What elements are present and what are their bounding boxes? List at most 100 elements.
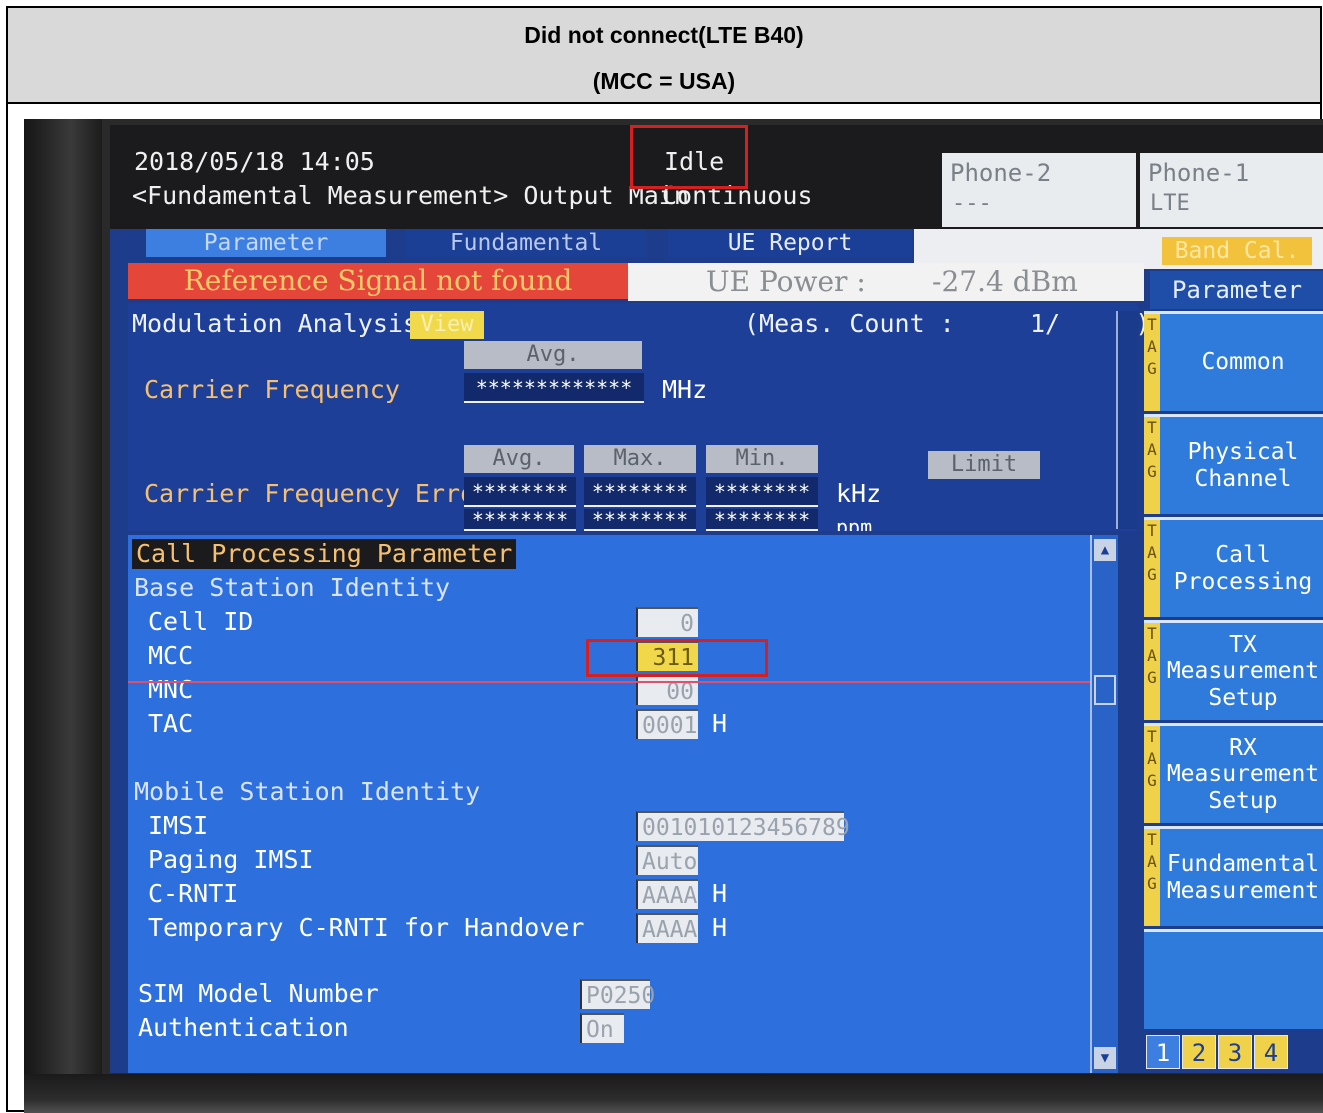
base-station-heading: Base Station Identity [134, 573, 451, 602]
cfe-max-value-ppm: ******** [584, 509, 696, 531]
cfe-avg-value-ppm: ******** [464, 509, 576, 531]
call-processing-panel: Call Processing Parameter Base Station I… [128, 535, 1106, 1073]
datetime-readout: 2018/05/18 14:05 [134, 147, 375, 176]
imsi-label: IMSI [148, 811, 209, 840]
sim-model-field[interactable]: P0250 [580, 979, 655, 1009]
menu-physical-channel-button[interactable]: T A G Physical Channel [1144, 414, 1323, 514]
menu-common-button[interactable]: T A G Common [1144, 311, 1323, 411]
instrument-bezel-bottom [24, 1074, 1323, 1113]
scroll-thumb[interactable] [1094, 675, 1116, 705]
modulation-scrollbar[interactable] [1116, 311, 1138, 529]
sim-model-label: SIM Model Number [138, 979, 379, 1008]
phone-1-value: LTE [1150, 191, 1190, 216]
carrier-frequency-unit: MHz [662, 375, 708, 404]
mcc-highlight-box [586, 639, 768, 677]
menu-title: Parameter [1150, 271, 1323, 309]
ue-power-label: UE Power : [706, 265, 866, 298]
paging-imsi-label: Paging IMSI [148, 845, 314, 874]
tag-label: T A G [1144, 314, 1160, 411]
call-processing-scrollbar[interactable]: ▲ ▼ [1090, 535, 1118, 1073]
menu-fundamental-measurement-label: Fundamental Measurement [1166, 851, 1320, 904]
document-header: Did not connect(LTE B40) (MCC = USA) [8, 8, 1320, 104]
c-rnti-field[interactable]: AAAA [636, 879, 698, 909]
document-subtitle: (MCC = USA) [592, 68, 736, 94]
tab-ue-report[interactable]: UE Report [668, 229, 912, 257]
ue-power-readout: UE Power : -27.4 dBm [628, 263, 1144, 301]
c-rnti-unit: H [712, 879, 728, 908]
temp-c-rnti-field[interactable]: AAAA [636, 913, 698, 943]
menu-tx-measurement-setup-label: TX Measurement Setup [1166, 631, 1320, 711]
measurement-count: (Meas. Count : 1/ 1) [744, 309, 1151, 338]
mobile-station-heading: Mobile Station Identity [134, 777, 481, 806]
tag-label: T A G [1144, 417, 1160, 514]
cfe-max-value: ******** [584, 477, 696, 507]
cfe-unit: kHz [836, 479, 882, 508]
menu-blank-label [1162, 932, 1323, 1029]
menu-rx-measurement-setup-button[interactable]: T A G RX Measurement Setup [1144, 723, 1323, 823]
phone-2-label: Phone-2 [950, 159, 1052, 187]
cfe-unit-ppm: ppm [836, 515, 873, 531]
phone-2-status[interactable]: Phone-2 --- [942, 153, 1136, 227]
c-rnti-label: C-RNTI [148, 879, 239, 908]
phone-1-label: Phone-1 [1148, 159, 1250, 187]
tab-parameter[interactable]: Parameter [146, 229, 386, 257]
cfe-avg-value: ******** [464, 477, 576, 507]
menu-physical-channel-label: Physical Channel [1187, 439, 1299, 492]
menu-page-1[interactable]: 1 [1146, 1035, 1180, 1069]
mnc-field[interactable]: 00 [636, 675, 698, 705]
carrier-frequency-value: ************* [464, 373, 644, 403]
cfe-min-header: Min. [706, 445, 818, 473]
menu-page-3[interactable]: 3 [1218, 1035, 1252, 1069]
tag-label: T A G [1144, 623, 1160, 720]
temp-c-rnti-label: Temporary C-RNTI for Handover [148, 913, 585, 942]
menu-blank-button[interactable] [1144, 929, 1323, 1029]
menu-page-2[interactable]: 2 [1182, 1035, 1216, 1069]
cfe-min-value-ppm: ******** [706, 509, 818, 531]
mnc-label: MNC [148, 675, 194, 704]
tac-unit: H [712, 709, 728, 738]
imsi-field[interactable]: 001010123456789 [636, 811, 850, 841]
instrument-bezel-left [24, 119, 102, 1113]
band-cal-button[interactable]: Band Cal. [1162, 237, 1312, 265]
menu-page-4[interactable]: 4 [1254, 1035, 1288, 1069]
modulation-analysis-title: Modulation Analysis [132, 309, 418, 338]
authentication-label: Authentication [138, 1013, 349, 1042]
tac-label: TAC [148, 709, 194, 738]
menu-call-processing-label: Call Processing [1173, 542, 1313, 595]
tab-fundamental[interactable]: Fundamental [406, 229, 646, 257]
menu-page-tabs: 1 2 3 4 [1146, 1035, 1288, 1069]
paging-imsi-field[interactable]: Auto [636, 845, 698, 875]
tag-label: T A G [1144, 726, 1160, 823]
carrier-frequency-avg-header: Avg. [464, 341, 642, 369]
authentication-field[interactable]: On [580, 1013, 624, 1043]
ue-power-value: -27.4 dBm [932, 265, 1078, 298]
menu-common-label: Common [1201, 349, 1285, 376]
document-title: Did not connect(LTE B40) [524, 22, 804, 48]
reference-signal-alert: Reference Signal not found [128, 263, 628, 299]
menu-rx-measurement-setup-label: RX Measurement Setup [1166, 734, 1320, 814]
idle-highlight-box [630, 125, 748, 189]
tag-label: T A G [1144, 829, 1160, 926]
view-button[interactable]: View [410, 311, 484, 339]
carrier-frequency-error-label: Carrier Frequency Error [144, 479, 491, 508]
phone-2-value: --- [952, 191, 992, 216]
cfe-avg-header: Avg. [464, 445, 574, 473]
cell-id-field[interactable]: 0 [636, 607, 698, 637]
modulation-analysis-panel: Modulation Analysis View (Meas. Count : … [128, 303, 1150, 531]
phone-1-status[interactable]: Phone-1 LTE [1140, 153, 1323, 227]
instrument-photo: 2018/05/18 14:05 <Fundamental Measuremen… [24, 119, 1323, 1113]
scroll-down-arrow-icon[interactable]: ▼ [1094, 1047, 1116, 1069]
scroll-up-arrow-icon[interactable]: ▲ [1094, 539, 1116, 561]
mcc-label: MCC [148, 641, 194, 670]
temp-c-rnti-unit: H [712, 913, 728, 942]
menu-call-processing-button[interactable]: T A G Call Processing [1144, 517, 1323, 617]
call-processing-title: Call Processing Parameter [132, 539, 517, 569]
limit-button[interactable]: Limit [928, 451, 1040, 479]
tac-field[interactable]: 0001 [636, 709, 698, 739]
instrument-screen: 2018/05/18 14:05 <Fundamental Measuremen… [110, 125, 1323, 1073]
menu-fundamental-measurement-button[interactable]: T A G Fundamental Measurement [1144, 826, 1323, 926]
document-frame: Did not connect(LTE B40) (MCC = USA) 201… [6, 6, 1323, 1113]
menu-tx-measurement-setup-button[interactable]: T A G TX Measurement Setup [1144, 620, 1323, 720]
cfe-min-value: ******** [706, 477, 818, 507]
measurement-name: <Fundamental Measurement> Output Main [132, 181, 689, 210]
